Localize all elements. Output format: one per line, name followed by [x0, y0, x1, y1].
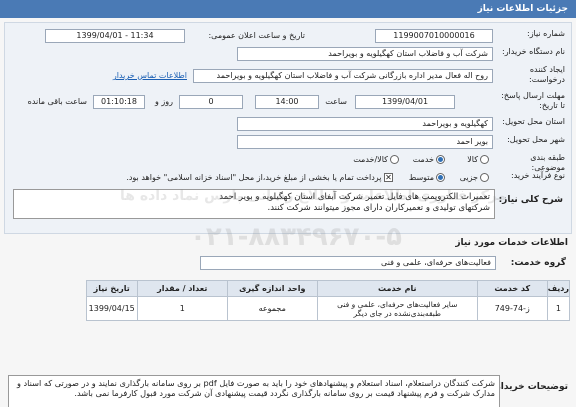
- col-service-name: نام خدمت: [316, 280, 478, 297]
- buyer-note-label: توضیحات خریدار:: [492, 382, 568, 392]
- checkbox-checked-icon: ✕: [384, 173, 393, 182]
- need-number-field: 1199007010000016: [375, 29, 493, 43]
- process-label: نوع فرآیند خرید:: [511, 171, 565, 180]
- city-field: بویر احمد: [237, 135, 493, 149]
- details-panel: شماره نیاز: 1199007010000016 تاریخ و ساع…: [4, 22, 572, 234]
- services-table: ردیف کد خدمت نام خدمت واحد اندازه گیری ت…: [85, 280, 571, 321]
- province-field: کهگیلویه و بویراحمد: [237, 117, 493, 131]
- process-option-medium[interactable]: متوسط: [409, 171, 445, 185]
- services-section-title: اطلاعات خدمات مورد نیاز: [455, 238, 568, 248]
- cell-service-code: ز-74-749: [476, 296, 548, 321]
- service-group-field: فعالیت‌های حرفه‌ای، علمی و فنی: [200, 256, 496, 270]
- city-label: شهر محل تحویل:: [507, 135, 565, 144]
- time-label: ساعت: [325, 97, 347, 106]
- announce-label: تاریخ و ساعت اعلان عمومی:: [208, 31, 305, 40]
- buyer-field: شرکت آب و فاضلاب استان کهگیلویه و بویراح…: [237, 47, 493, 61]
- cell-unit: مجموعه: [226, 296, 318, 321]
- buyer-note-box: شرکت کنندگان دراستعلام، اسناد استعلام و …: [8, 375, 500, 407]
- deadline-date-field: 1399/04/01: [355, 95, 455, 109]
- page-title: جزئیات اطلاعات نیاز: [477, 4, 568, 14]
- cell-row: 1: [546, 296, 571, 321]
- payment-checkbox[interactable]: ✕ پرداخت تمام یا بخشی از مبلغ خرید،از مح…: [126, 171, 393, 185]
- buyer-label: نام دستگاه خریدار:: [502, 47, 565, 56]
- col-service-code: کد خدمت: [476, 280, 548, 297]
- col-row: ردیف: [546, 280, 571, 297]
- category-option-goods-service[interactable]: کالا/خدمت: [353, 153, 399, 167]
- page-header: جزئیات اطلاعات نیاز: [0, 0, 576, 18]
- cell-quantity: 1: [136, 296, 228, 321]
- cell-service-name: سایر فعالیت‌های حرفه‌ای، علمی و فنی طبقه…: [316, 296, 478, 321]
- col-unit: واحد اندازه گیری: [226, 280, 318, 297]
- service-group-label: گروه خدمت:: [510, 258, 566, 268]
- need-number-label: شماره نیاز:: [527, 29, 565, 38]
- category-label: طبقه بندی موضوعی:: [530, 153, 565, 172]
- radio-icon: [390, 155, 399, 164]
- table-row: 1 ز-74-749 سایر فعالیت‌های حرفه‌ای، علمی…: [85, 296, 571, 321]
- process-option-minor[interactable]: جزیی: [460, 171, 489, 185]
- creator-label: ایجاد کننده درخواست:: [529, 65, 565, 84]
- radio-icon: [480, 173, 489, 182]
- category-option-service[interactable]: خدمت: [413, 153, 445, 167]
- days-field: 0: [179, 95, 243, 109]
- radio-selected-icon: [436, 155, 445, 164]
- category-option-goods[interactable]: کالا: [467, 153, 489, 167]
- deadline-label: مهلت ارسال پاسخ: تا تاریخ:: [501, 91, 565, 110]
- description-label: شرح کلی نیاز:: [498, 195, 563, 205]
- province-label: استان محل تحویل:: [502, 117, 565, 126]
- cell-need-date: 1399/04/15: [85, 296, 138, 321]
- remaining-time-field: 01:10:18: [93, 95, 145, 109]
- remaining-label: ساعت باقی مانده: [27, 97, 87, 106]
- deadline-time-field: 14:00: [255, 95, 319, 109]
- buyer-contact-link[interactable]: اطلاعات تماس خریدار: [113, 69, 187, 83]
- announce-field: 1399/04/01 - 11:34: [45, 29, 185, 43]
- col-quantity: تعداد / مقدار: [136, 280, 228, 297]
- creator-field: روح اله فعال مدیر اداره بازرگانی شرکت آب…: [193, 69, 493, 83]
- radio-selected-icon: [436, 173, 445, 182]
- table-header-row: ردیف کد خدمت نام خدمت واحد اندازه گیری ت…: [85, 280, 571, 297]
- col-need-date: تاریخ نیاز: [85, 280, 138, 297]
- day-label: روز و: [155, 97, 173, 106]
- radio-icon: [480, 155, 489, 164]
- description-box: تعمیرات الکتروپمپ های فایل تعمیر شرکت آب…: [13, 189, 495, 219]
